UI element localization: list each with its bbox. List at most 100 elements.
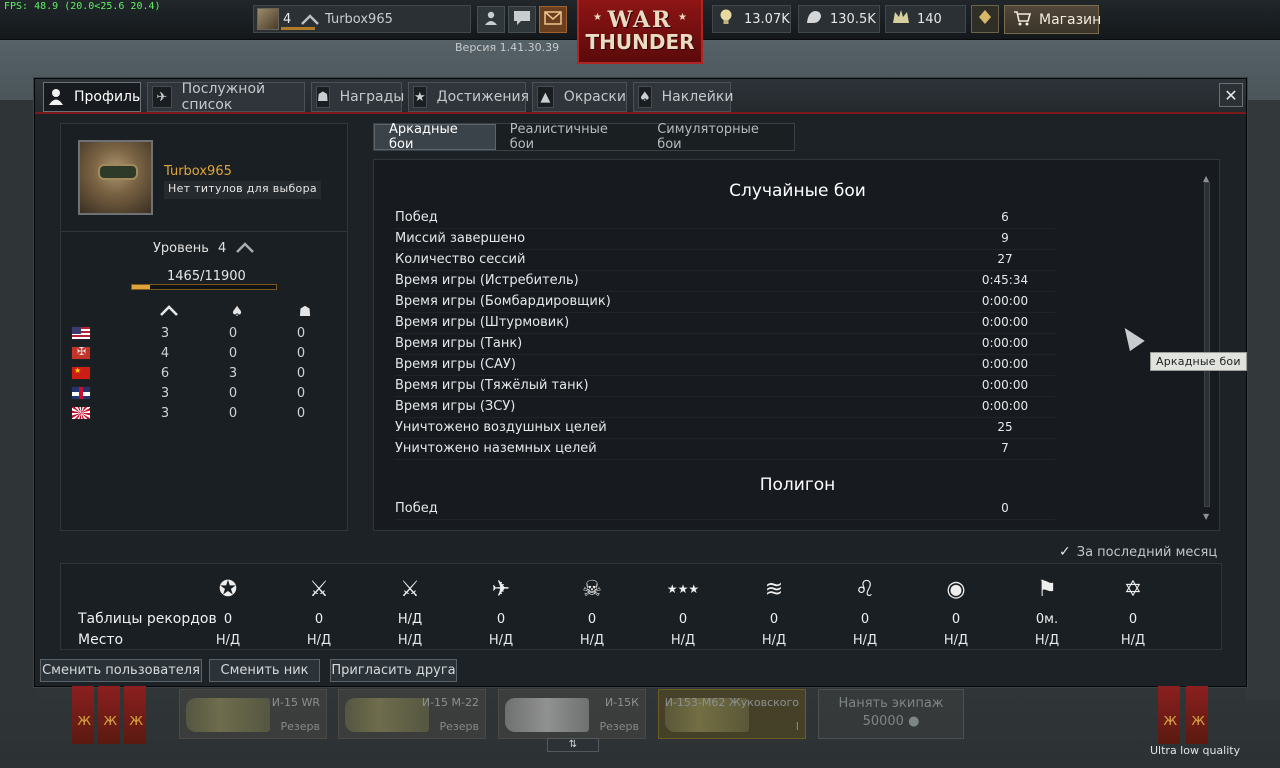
- shop-button[interactable]: Магазин: [1004, 5, 1101, 34]
- nation-banner: [124, 686, 146, 744]
- tab-awards[interactable]: ☗ Награды: [311, 82, 404, 112]
- stat-row: Время игры (Истребитель) 0:45:34: [395, 271, 1055, 292]
- lightbulb-icon[interactable]: ◉: [938, 572, 974, 606]
- paint-icon: ▲: [537, 86, 554, 108]
- tab-realistic-battles[interactable]: Реалистичные бои: [496, 122, 643, 152]
- spade-icon: ♠: [230, 304, 244, 320]
- war-thunder-logo: ★ ★ WAR THUNDER: [577, 0, 703, 64]
- research-points-balance[interactable]: 140: [885, 5, 966, 33]
- nation-banner: [1158, 686, 1180, 744]
- stat-value: 0: [1001, 501, 1009, 515]
- switch-user-button[interactable]: Сменить пользователя: [40, 659, 202, 682]
- golden-eagles-balance[interactable]: 13.07K: [712, 5, 791, 33]
- nation-row-gb: 3 0 0: [61, 384, 347, 404]
- hire-crew-label: Нанять экипаж: [838, 696, 944, 711]
- invite-friend-button[interactable]: Пригласить друга: [330, 659, 457, 682]
- stat-value: 0:00:00: [981, 294, 1029, 308]
- crew-slot[interactable]: И-153-М62 Жуковского I: [658, 689, 806, 739]
- nation-row-de: 4 0 0: [61, 344, 347, 364]
- tab-service-record[interactable]: ✈ Послужной список: [147, 81, 305, 113]
- research-points-value: 140: [917, 11, 942, 27]
- medal-icon: ☗: [316, 86, 330, 108]
- tab-decals[interactable]: ♠ Наклейки: [633, 82, 734, 112]
- nation-count: 0: [296, 346, 306, 361]
- stat-name: Количество сессий: [395, 252, 526, 267]
- scrollbar[interactable]: [1204, 182, 1210, 507]
- friends-button[interactable]: [477, 6, 505, 33]
- achievement-icon: ★: [413, 86, 427, 108]
- tab-arcade-battles[interactable]: Аркадные бои: [374, 122, 496, 152]
- stat-name: Время игры (Истребитель): [395, 273, 579, 288]
- stars-icon[interactable]: ★★★: [665, 572, 701, 606]
- stat-value: 27: [997, 252, 1013, 266]
- lion-icon[interactable]: ♌: [847, 572, 883, 606]
- section-title-random-battles: Случайные бои: [729, 181, 866, 201]
- profile-title[interactable]: Нет титулов для выбора: [164, 181, 321, 199]
- leaderboard-place: Н/Д: [670, 633, 696, 648]
- level-value: 4: [218, 241, 227, 256]
- hire-crew-slot[interactable]: Нанять экипаж 50000 ●: [818, 689, 964, 739]
- profile-card: Turbox965 Нет титулов для выбора Уровень…: [60, 123, 348, 531]
- crew-slot[interactable]: И-15К Резерв: [498, 689, 646, 739]
- envelope-icon: [544, 10, 562, 29]
- nation-count: 4: [160, 346, 170, 361]
- rank-chevron-icon: [159, 304, 179, 320]
- nation-row-jp: 3 0 0: [61, 404, 347, 424]
- leaderboard-value: 0: [587, 612, 597, 627]
- flag-jp-icon: [71, 406, 91, 420]
- tab-achievements[interactable]: ★ Достижения: [408, 82, 529, 112]
- flag-timer-icon[interactable]: ⚑: [1029, 572, 1065, 606]
- leaderboard-place: Н/Д: [1034, 633, 1060, 648]
- change-nick-button[interactable]: Сменить ник: [209, 659, 320, 682]
- nation-count: 0: [296, 366, 306, 381]
- star-emblem-icon[interactable]: ✡: [1115, 572, 1151, 606]
- rank-chevron-icon: [236, 241, 254, 257]
- close-button[interactable]: ✕: [1219, 83, 1243, 107]
- nation-count: 0: [296, 406, 306, 421]
- last-month-checkbox[interactable]: ✓ За последний месяц: [1059, 544, 1217, 560]
- stat-row: Время игры (Тяжёлый танк) 0:00:00: [395, 376, 1055, 397]
- slot-vehicle-name: И-15 М-22: [421, 696, 479, 709]
- plane-icon[interactable]: ✈: [483, 572, 519, 606]
- swords-star-icon[interactable]: ⚔: [392, 572, 428, 606]
- nation-count: 0: [296, 386, 306, 401]
- stat-name: Время игры (Бомбардировщик): [395, 294, 611, 309]
- tab-label: Окраски: [563, 89, 626, 105]
- place-label: Место: [78, 632, 124, 648]
- mail-button[interactable]: [539, 6, 567, 33]
- avatar[interactable]: [78, 140, 153, 215]
- tab-label: Профиль: [74, 89, 141, 105]
- stat-name: Побед: [395, 501, 438, 516]
- crossed-swords-icon[interactable]: ⚔: [301, 572, 337, 606]
- exp-text: 1465/11900: [167, 269, 246, 284]
- chat-button[interactable]: [508, 6, 536, 33]
- stat-value: 0:00:00: [981, 315, 1029, 329]
- hire-cost-value: 50000: [862, 714, 904, 729]
- stat-value: 0:00:00: [981, 399, 1029, 413]
- premium-button[interactable]: [971, 5, 999, 33]
- tab-simulator-battles[interactable]: Симуляторные бои: [643, 122, 794, 152]
- leaderboard-value: 0: [223, 612, 233, 627]
- swap-button[interactable]: ⇅: [547, 738, 599, 752]
- leaderboard-value: 0: [314, 612, 324, 627]
- tab-skins[interactable]: ▲ Окраски: [532, 82, 627, 112]
- skull-icon[interactable]: ☠: [574, 572, 610, 606]
- eagle-star-icon[interactable]: ✪: [210, 572, 246, 606]
- plane-thumbnail: [345, 698, 429, 732]
- nation-row-ru: 6 3 0: [61, 364, 347, 384]
- flag-ru-icon: [71, 366, 91, 380]
- stat-row: Количество сессий 27: [395, 250, 1055, 271]
- scroll-down-icon[interactable]: ▼: [1203, 512, 1209, 521]
- crew-slot[interactable]: И-15 М-22 Резерв: [338, 689, 486, 739]
- stat-value: 7: [1001, 441, 1009, 455]
- crew-slot[interactable]: И-15 WR Резерв: [179, 689, 327, 739]
- boats-icon[interactable]: ≋: [756, 572, 792, 606]
- tab-profile[interactable]: Профиль: [43, 82, 141, 112]
- stat-row: Побед 0: [395, 499, 1055, 520]
- leaderboard-place: Н/Д: [761, 633, 787, 648]
- divider: [61, 231, 347, 232]
- silver-lions-balance[interactable]: 130.5K: [798, 5, 880, 33]
- close-icon: ✕: [1224, 85, 1238, 105]
- nation-count: 0: [228, 326, 238, 341]
- tab-label: Наклейки: [661, 89, 734, 105]
